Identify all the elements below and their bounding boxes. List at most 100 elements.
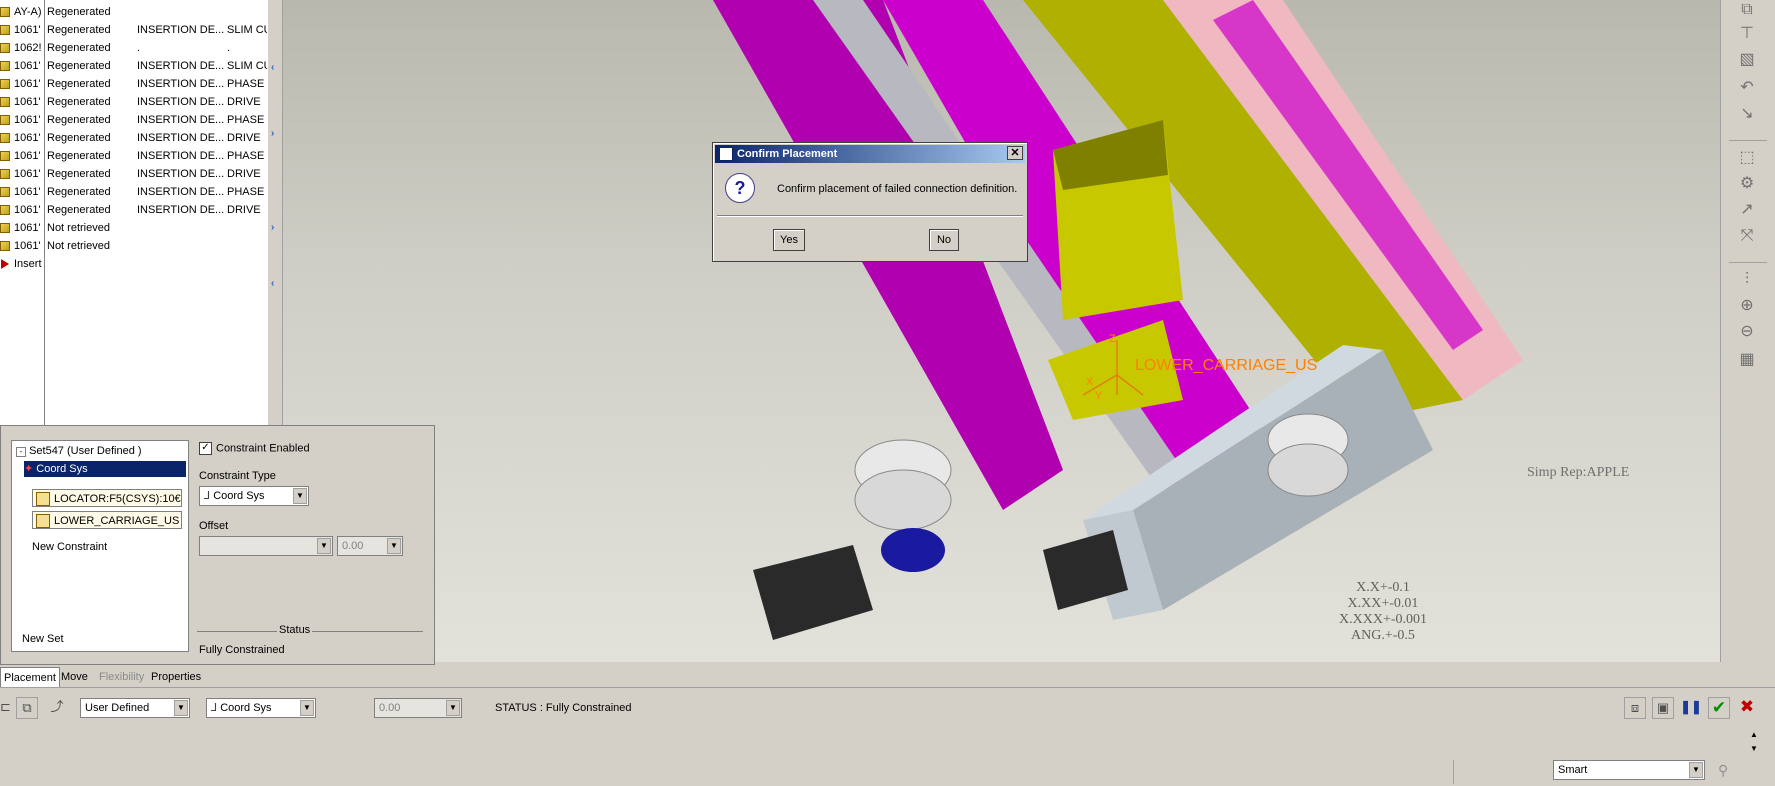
close-icon[interactable]: ✕ [1007,146,1023,160]
tree-row[interactable]: 1061' Regenerated INSERTION DE... PHASE [0,75,268,93]
pause-icon[interactable]: ❚❚ [1680,697,1702,719]
chevron-down-icon[interactable]: ▼ [293,488,307,504]
reference-label: LOCATOR:F5(CSYS):10€ [54,493,181,505]
reference-assembly-csys[interactable]: LOWER_CARRIAGE_US [32,511,182,529]
merge-icon[interactable]: ⊕ [1737,296,1757,316]
round-icon[interactable]: ⚙ [1737,174,1757,194]
component-window-icon[interactable]: ⧈ [1624,697,1646,719]
tree-row[interactable]: 1061' Regenerated INSERTION DE... DRIVE [0,165,268,183]
selection-filter-select[interactable]: Smart ▼ [1553,760,1705,780]
tolerance-line: X.XX+-0.01 [1347,596,1419,611]
assembly-window-icon[interactable]: ▣ [1652,697,1674,719]
mirror-icon[interactable]: ⫶ [1737,270,1757,290]
yes-button[interactable]: Yes [773,229,805,251]
user-defined-icon[interactable]: ⊏ [0,697,11,719]
no-button[interactable]: No [929,229,959,251]
tree-row[interactable]: AY-A) Regenerated [0,3,268,21]
csys-reference-icon [36,514,50,528]
component-icon [0,151,10,161]
hole-icon[interactable]: ⬚ [1737,148,1757,168]
set-node[interactable]: - Set547 (User Defined ) [16,443,142,459]
move-component-icon[interactable]: ⤴ [46,697,68,719]
chamfer-icon[interactable]: ↗ [1737,200,1757,220]
chevron-down-icon: ▼ [317,538,331,554]
set-type-select[interactable]: User Defined ▼ [80,698,190,718]
chevron-down-icon[interactable]: ▼ [300,700,314,716]
status-divider [1453,760,1454,784]
gearbox-left-lower [854,469,952,531]
datum-plane-icon[interactable]: ⧉ [1737,0,1757,20]
reference-component-csys[interactable]: LOCATOR:F5(CSYS):10€ [32,489,182,507]
sketch-icon[interactable]: ↶ [1737,78,1757,98]
collapse-icon[interactable]: - [16,447,26,457]
tree-row[interactable]: 1061' Regenerated INSERTION DE... DRIVE [0,93,268,111]
csys-label[interactable]: LOWER_CARRIAGE_US [1135,357,1317,375]
constraint-type-select[interactable]: ⅃ Coord Sys ▼ [199,486,309,506]
constraint-enabled-checkbox[interactable]: ✓ Constraint Enabled [199,442,310,455]
csys-type-icon: ⅃ [211,702,218,714]
tab-properties[interactable]: Properties [148,667,204,687]
tab-flexibility: Flexibility [99,671,145,683]
tree-row-status: Regenerated [47,42,111,54]
navigator-splitter[interactable]: ‹ › › ‹ [268,0,283,425]
tree-row[interactable]: 1061' Regenerated INSERTION DE... PHASE [0,111,268,129]
lock-icon[interactable]: ⚲ [1718,762,1728,779]
tree-row[interactable]: 1061' Not retrieved [0,237,268,255]
pattern-icon[interactable]: ▦ [1737,350,1757,370]
toolbar-separator [1729,262,1767,263]
separate-window-icon[interactable]: ⧉ [16,697,38,719]
chevron-down-icon[interactable]: ▼ [174,700,188,716]
tree-row[interactable]: 1061' Not retrieved [0,219,268,237]
dialog-titlebar[interactable]: Confirm Placement ✕ [715,145,1025,163]
collapse-chevron-icon[interactable]: ‹ [271,62,274,73]
scroll-down-icon[interactable]: ▼ [1750,744,1758,753]
tree-row-status: Not retrieved [47,222,110,234]
tree-row-name: 1061' [14,204,41,216]
tree-row-desc: PHASE [227,78,265,90]
constraint-item-coord-sys[interactable]: ✦ Coord Sys [24,461,186,477]
chevron-down-icon: ▼ [387,538,401,554]
tab-move[interactable]: Move [58,667,91,687]
chevron-down-icon[interactable]: ▼ [1689,762,1703,778]
datum-axis-icon[interactable]: ⊤ [1737,24,1757,44]
collapse-chevron-icon[interactable]: ‹ [271,278,274,289]
tree-row[interactable]: 1061' Regenerated INSERTION DE...SLIM CU [0,21,268,39]
graphics-viewport[interactable]: LOWER_CARRIAGE_US Z X Y Simp Rep:APPLE X… [283,0,1720,662]
tree-row[interactable]: 1061' Regenerated INSERTION DE... DRIVE [0,201,268,219]
component-icon [0,205,10,215]
draft-icon[interactable]: ⤧ [1737,226,1757,246]
tree-row[interactable]: 1062! Regenerated.. [0,39,268,57]
tree-row-name: 1061' [14,78,41,90]
new-constraint-link[interactable]: New Constraint [32,539,107,555]
extrude-icon[interactable]: ▧ [1737,50,1757,70]
motor-left [753,545,873,640]
app-icon [719,147,733,162]
tree-row-type: INSERTION DE... [137,78,225,90]
tree-row[interactable]: 1061' Regenerated INSERTION DE... PHASE [0,183,268,201]
offset-type-select: ▼ [199,536,333,556]
apply-check-icon[interactable]: ✔ [1708,697,1730,719]
tree-row-desc: DRIVE [227,168,261,180]
tree-row[interactable]: 1061' Regenerated INSERTION DE... DRIVE [0,129,268,147]
constraint-item-label: Coord Sys [36,463,88,475]
scroll-up-icon[interactable]: ▲ [1750,730,1758,739]
tab-placement[interactable]: Placement [0,667,60,688]
tree-row-status: Regenerated [47,132,111,144]
check-icon: ✓ [199,442,212,455]
sweep-icon[interactable]: ↘ [1737,104,1757,124]
expand-chevron-icon[interactable]: › [271,222,274,233]
insert-here-marker[interactable]: Insert [0,255,268,273]
trim-icon[interactable]: ⊖ [1737,322,1757,342]
tree-row[interactable]: 1061' Regenerated INSERTION DE...SLIM CU [0,57,268,75]
tolerance-line: X.XXX+-0.001 [1339,612,1427,627]
tolerance-table: X.X+-0.1 X.XX+-0.01 X.XXX+-0.001 ANG.+-0.5 [1333,580,1433,644]
expand-chevron-icon[interactable]: › [271,128,274,139]
constraint-set-list[interactable]: - Set547 (User Defined ) ✦ Coord Sys LOC… [11,440,189,652]
cancel-x-icon[interactable]: ✖ [1736,697,1758,719]
constraint-star-icon: ✦ [24,463,34,475]
model-tree[interactable]: AY-A) Regenerated 1061' Regenerated INSERTIO… [0,0,269,425]
tree-row-name: 1061' [14,132,41,144]
tree-row[interactable]: 1061' Regenerated INSERTION DE... PHASE [0,147,268,165]
new-set-link[interactable]: New Set [22,631,64,647]
constraint-select[interactable]: ⅃ Coord Sys ▼ [206,698,316,718]
